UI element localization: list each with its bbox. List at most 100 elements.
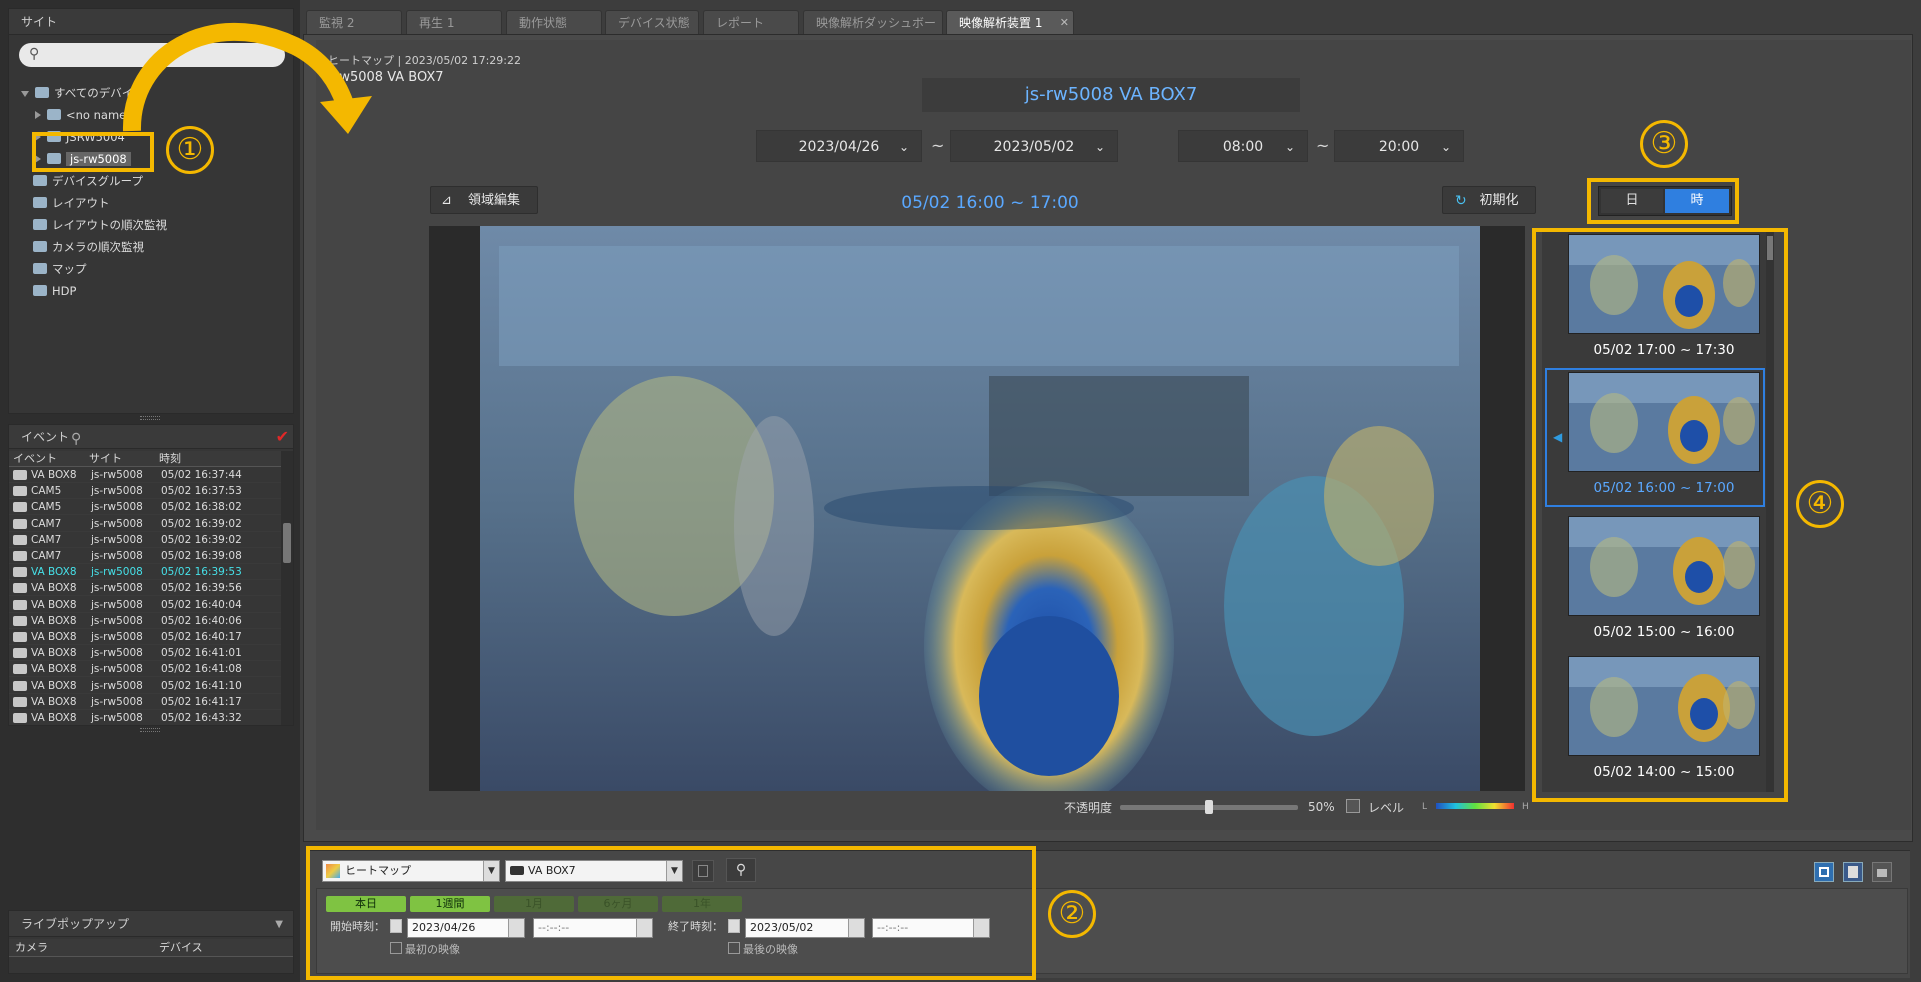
save-icon <box>1848 866 1858 878</box>
scrollbar-thumb[interactable] <box>283 523 291 563</box>
device-col-header: デバイス <box>159 941 203 954</box>
event-scrollbar[interactable] <box>281 451 293 725</box>
event-time: 05/02 16:39:02 <box>161 517 242 530</box>
annotation-box-1 <box>32 132 154 172</box>
tree-item[interactable]: レイアウトの順次監視 <box>21 215 167 235</box>
event-row[interactable]: VA BOX8 js-rw5008 05/02 16:41:17 <box>9 694 281 710</box>
opacity-slider-handle[interactable] <box>1205 800 1213 814</box>
tab-1[interactable]: 再生 1 <box>406 10 502 34</box>
event-time: 05/02 16:41:08 <box>161 663 242 676</box>
time-from-dropdown[interactable]: 08:00 ⌄ <box>1178 130 1308 162</box>
event-site: js-rw5008 <box>91 485 143 498</box>
tree-item[interactable]: レイアウト <box>21 193 110 213</box>
heatmap-viewport[interactable] <box>429 226 1525 791</box>
date-from-dropdown[interactable]: 2023/04/26 ⌄ <box>756 130 922 162</box>
event-row[interactable]: VA BOX8 js-rw5008 05/02 16:41:08 <box>9 661 281 678</box>
event-type-icon <box>13 599 27 610</box>
tab-4[interactable]: レポート <box>703 10 799 34</box>
event-row[interactable]: CAM7 js-rw5008 05/02 16:39:02 <box>9 532 281 548</box>
event-time: 05/02 16:39:08 <box>161 550 242 562</box>
splitter-handle[interactable] <box>140 728 160 732</box>
event-name: CAM7 <box>31 517 62 530</box>
legend-low: L <box>1422 802 1428 812</box>
event-time: 05/02 16:43:32 <box>161 712 242 724</box>
event-row[interactable]: CAM7 js-rw5008 05/02 16:39:02 <box>9 516 281 532</box>
tab-6[interactable]: 映像解析装置 1 ✕ <box>946 10 1074 34</box>
event-row[interactable]: VA BOX8 js-rw5008 05/02 16:40:04 <box>9 597 281 613</box>
reset-label: 初期化 <box>1479 193 1519 208</box>
event-row[interactable]: VA BOX8 js-rw5008 05/02 16:41:10 <box>9 678 281 694</box>
current-period-label: 05/02 16:00 ~ 17:00 <box>901 193 1079 213</box>
event-row[interactable]: VA BOX8 js-rw5008 05/02 16:39:53 <box>9 564 281 581</box>
event-row[interactable]: CAM5 js-rw5008 05/02 16:38:02 <box>9 499 281 516</box>
tab-3[interactable]: デバイス状態 <box>605 10 699 34</box>
device-icon <box>47 109 61 120</box>
tab-label: 映像解析装置 1 <box>959 16 1043 30</box>
event-name: VA BOX8 <box>31 469 77 481</box>
event-name: VA BOX8 <box>31 582 77 595</box>
event-site: js-rw5008 <box>91 598 143 611</box>
tree-item-label: HDP <box>52 284 77 298</box>
event-type-icon <box>13 470 27 480</box>
opacity-slider[interactable] <box>1120 800 1298 814</box>
event-name: VA BOX8 <box>31 663 77 676</box>
splitter-handle[interactable] <box>140 416 160 420</box>
annotation-box-4 <box>1532 228 1788 802</box>
event-type-icon <box>13 648 27 659</box>
event-site: js-rw5008 <box>91 631 143 643</box>
expand-arrow-icon[interactable] <box>21 91 29 97</box>
time-from-value: 08:00 <box>1222 139 1264 155</box>
close-icon[interactable]: ✕ <box>1060 11 1069 35</box>
event-site: js-rw5008 <box>91 679 143 692</box>
event-name: CAM7 <box>31 533 62 546</box>
live-popup-panel: ライブポップアップ ▼ カメラ デバイス <box>8 910 294 974</box>
event-name: VA BOX8 <box>31 679 77 692</box>
check-icon[interactable]: ✔ <box>276 425 289 449</box>
collapse-arrow-icon[interactable] <box>35 111 41 119</box>
camera-col-header: カメラ <box>15 941 48 954</box>
tab-label: レポート <box>716 16 765 30</box>
time-to-value: 20:00 <box>1378 139 1420 155</box>
chevron-down-icon: ⌄ <box>1440 140 1451 154</box>
event-row[interactable]: VA BOX8 js-rw5008 05/02 16:40:17 <box>9 629 281 645</box>
event-row[interactable]: VA BOX8 js-rw5008 05/02 16:41:01 <box>9 645 281 662</box>
tree-item-label: デバイスグループ <box>52 174 143 188</box>
chevron-down-icon[interactable]: ▼ <box>275 919 283 930</box>
event-name: VA BOX8 <box>31 614 77 627</box>
tree-item[interactable]: HDP <box>21 281 76 301</box>
date-from-value: 2023/04/26 <box>798 139 880 155</box>
event-row[interactable]: CAM5 js-rw5008 05/02 16:37:53 <box>9 483 281 500</box>
chevron-down-icon: ⌄ <box>1094 140 1105 154</box>
event-type-icon <box>13 713 27 723</box>
event-type-icon <box>13 583 27 594</box>
save-button[interactable] <box>1843 862 1863 882</box>
annotation-number-1: ① <box>166 126 214 174</box>
event-type-icon <box>13 567 27 578</box>
print-button[interactable] <box>1872 862 1892 882</box>
level-checkbox[interactable] <box>1346 799 1360 813</box>
tree-item[interactable]: マップ <box>21 259 87 279</box>
reset-button[interactable]: ↻ 初期化 <box>1442 186 1536 214</box>
event-row[interactable]: VA BOX8 js-rw5008 05/02 16:37:44 <box>9 467 281 483</box>
event-site: js-rw5008 <box>91 647 143 660</box>
event-site: js-rw5008 <box>91 663 143 676</box>
event-row[interactable]: CAM7 js-rw5008 05/02 16:39:08 <box>9 548 281 564</box>
edit-area-button[interactable]: ⊿ 領域編集 <box>430 186 538 214</box>
event-name: CAM5 <box>31 485 62 498</box>
time-col-header: 時刻 <box>159 452 181 465</box>
tree-item[interactable]: カメラの順次監視 <box>21 237 144 257</box>
event-row[interactable]: VA BOX8 js-rw5008 05/02 16:43:32 <box>9 710 281 725</box>
search-icon: ⚲ <box>29 46 40 62</box>
tree-item[interactable]: デバイスグループ <box>21 171 143 191</box>
date-to-dropdown[interactable]: 2023/05/02 ⌄ <box>950 130 1118 162</box>
event-row[interactable]: VA BOX8 js-rw5008 05/02 16:39:56 <box>9 580 281 597</box>
event-time: 05/02 16:41:17 <box>161 695 242 708</box>
fit-view-button[interactable] <box>1814 862 1834 882</box>
tab-5[interactable]: 映像解析ダッシュボード <box>803 10 943 54</box>
device-icon <box>33 241 47 252</box>
event-search-icon[interactable]: ⚲ <box>71 427 81 451</box>
time-to-dropdown[interactable]: 20:00 ⌄ <box>1334 130 1464 162</box>
event-site: js-rw5008 <box>91 582 143 595</box>
tab-2[interactable]: 動作状態 <box>506 10 602 34</box>
event-row[interactable]: VA BOX8 js-rw5008 05/02 16:40:06 <box>9 613 281 629</box>
